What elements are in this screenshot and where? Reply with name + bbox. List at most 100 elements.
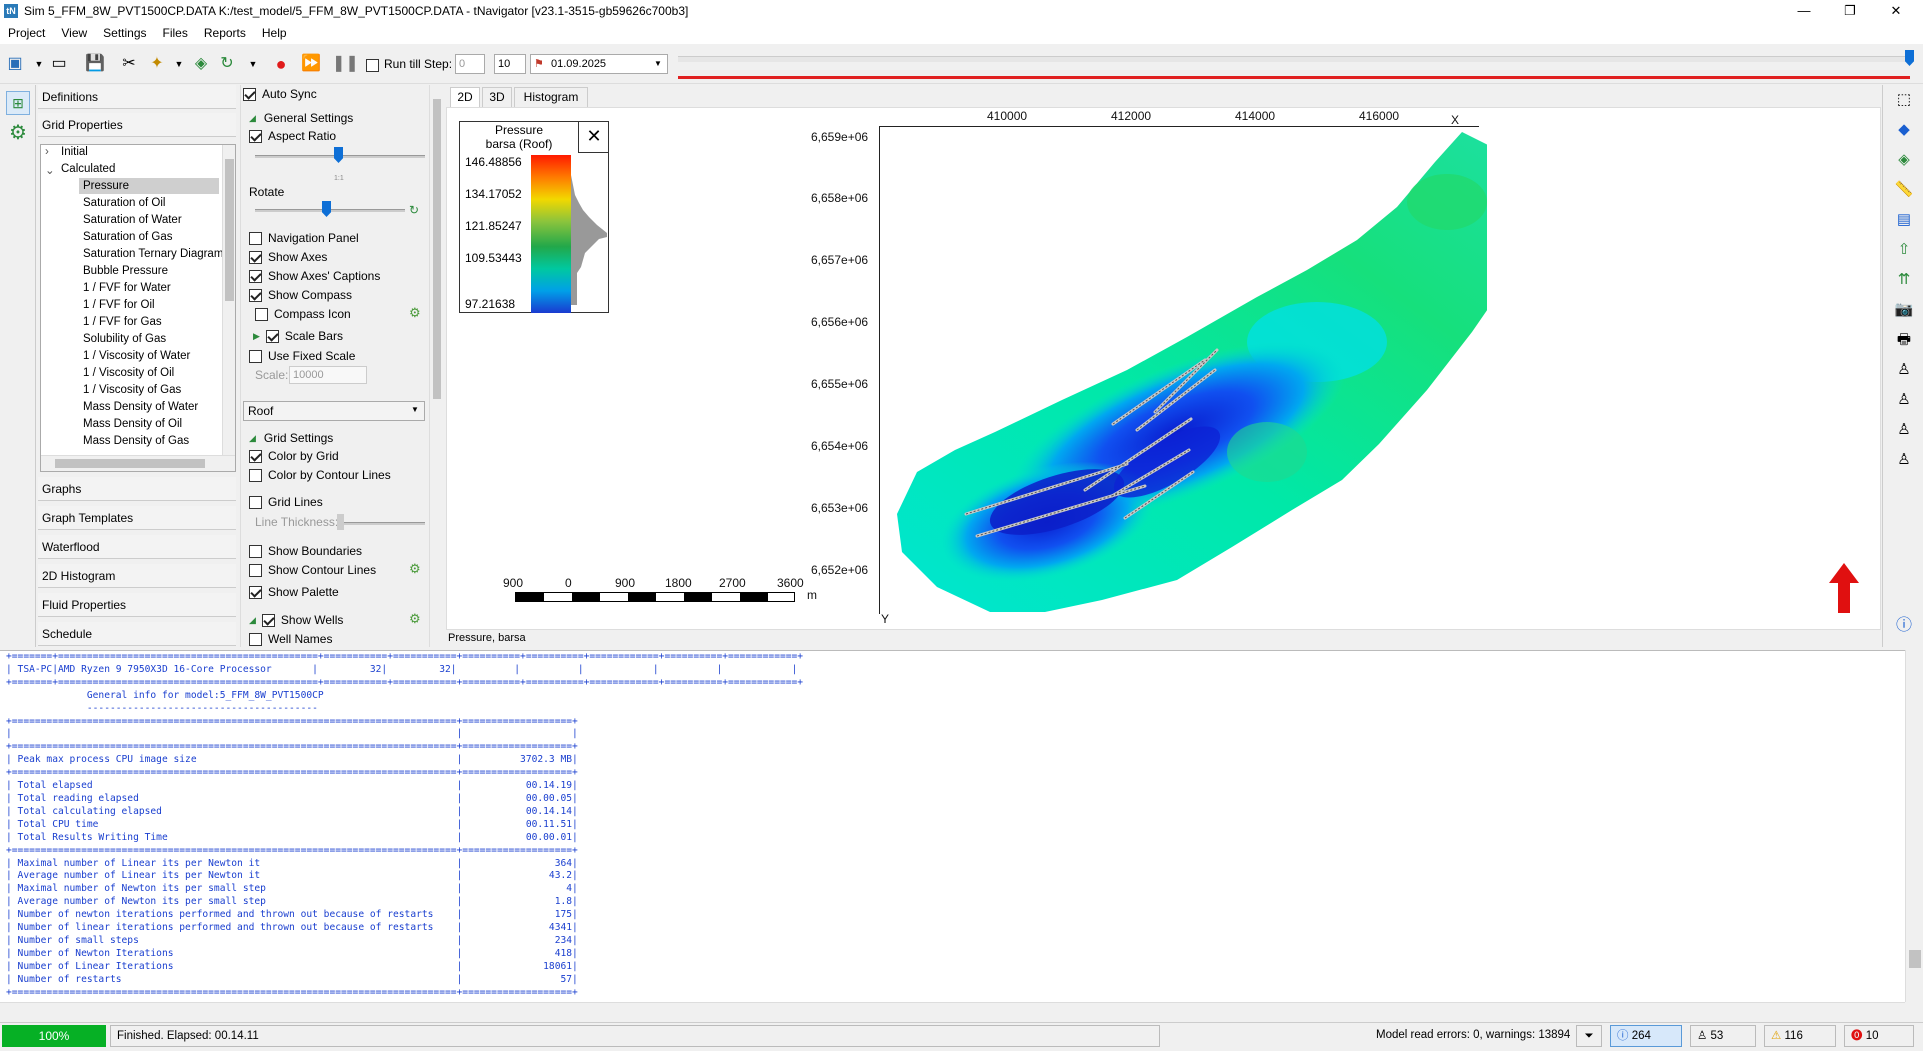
settings-scrollbar[interactable] [429,85,443,647]
scale-input[interactable]: 10000 [289,366,367,384]
tree-item[interactable]: Mass Density of Oil [83,418,182,430]
tree-item[interactable]: Pressure [83,180,129,192]
magic-wand-icon[interactable]: ✦ [146,53,168,75]
well-check-icon[interactable]: ♙ [1893,449,1915,471]
tree-scroll-thumb[interactable] [225,159,234,301]
tree-item[interactable]: 1 / FVF for Water [83,282,171,294]
info-count-button[interactable]: ⓘ 264 [1610,1025,1682,1047]
show-contour-lines-checkbox[interactable]: Show Contour Lines [249,563,376,577]
camera-icon[interactable]: 📷 [1893,299,1915,321]
pause-icon[interactable]: ❚❚ [332,53,359,75]
wells-count-button[interactable]: ♙ 53 [1690,1025,1756,1047]
menu-files[interactable]: Files [163,22,188,44]
well-filter-icon[interactable]: ♙ [1893,359,1915,381]
show-palette-checkbox[interactable]: Show Palette [249,585,339,599]
tree-item[interactable]: 1 / FVF for Gas [83,316,162,328]
section-2d-histogram[interactable]: 2D Histogram [38,564,236,588]
table-icon[interactable]: ▤ [1893,209,1915,231]
console-scrollbar[interactable] [1905,650,1923,1002]
dropdown-arrow-icon[interactable]: ▼ [242,53,264,75]
console-hscrollbar[interactable] [0,1002,1905,1020]
close-button[interactable]: ✕ [1873,0,1919,22]
tree-hscrollbar[interactable] [41,455,235,471]
window-icon[interactable]: ▭ [48,53,70,75]
timeline-slider-thumb[interactable] [1905,50,1914,66]
tree-item[interactable]: 1 / Viscosity of Oil [83,367,174,379]
log-console[interactable]: +=======+===============================… [0,650,1905,1002]
auto-sync-checkbox[interactable]: Auto Sync [243,87,317,101]
tree-item[interactable]: Saturation of Gas [83,231,173,243]
tree-item[interactable]: Mass Density of Water [83,401,198,413]
section-graph-templates[interactable]: Graph Templates [38,506,236,530]
surface-select[interactable]: Roof [243,401,425,421]
dropdown-arrow-icon[interactable]: ▼ [168,53,190,75]
step-input[interactable]: 10 [494,54,526,74]
chevron-down-icon[interactable]: ⌄ [45,163,55,177]
tab-2d[interactable]: 2D [450,87,480,107]
tree-item[interactable]: Solubility of Gas [83,333,166,345]
tree-item[interactable]: Saturation of Water [83,214,182,226]
chevron-right-icon[interactable]: › [45,146,49,158]
save-icon[interactable]: 💾 [84,53,106,75]
menu-help[interactable]: Help [262,22,287,44]
rotate-thumb[interactable] [322,201,331,217]
line-thickness-slider[interactable] [339,522,425,525]
help-icon[interactable]: ⓘ [1893,615,1915,637]
grid-settings-header[interactable]: ◢ Grid Settings [249,431,333,445]
menu-project[interactable]: Project [8,22,45,44]
ruler-icon[interactable]: 📏 [1893,179,1915,201]
tree-item[interactable]: Bubble Pressure [83,265,168,277]
well-settings-icon[interactable]: ♙ [1893,389,1915,411]
show-boundaries-checkbox[interactable]: Show Boundaries [249,544,362,558]
menu-reports[interactable]: Reports [204,22,246,44]
menu-settings[interactable]: Settings [103,22,146,44]
use-fixed-scale-checkbox[interactable]: Use Fixed Scale [249,349,355,363]
show-wells-checkbox[interactable]: ◢ Show Wells [249,613,343,627]
tree-group-calculated[interactable]: Calculated [61,163,115,175]
refresh-icon[interactable]: ↻ [216,53,238,75]
tab-3d[interactable]: 3D [482,87,512,107]
scale-bars-checkbox[interactable]: ▶ Scale Bars [253,329,343,343]
run-icon[interactable]: ⏩ [300,53,322,75]
run-till-step-input[interactable]: 0 [455,54,485,74]
new-window-icon[interactable]: ▣ [4,53,26,75]
tree-item[interactable]: Saturation Ternary Diagram [83,248,223,260]
maximize-button[interactable]: ❐ [1827,0,1873,22]
well-names-checkbox[interactable]: Well Names [249,632,332,646]
errors-count-button[interactable]: ⓿ 10 [1844,1025,1914,1047]
color-by-contour-checkbox[interactable]: Color by Contour Lines [249,468,391,482]
line-thickness-thumb[interactable] [337,514,344,530]
tree-item[interactable]: 1 / Viscosity of Water [83,350,190,362]
upload-icon[interactable]: ⇧ [1893,239,1915,261]
run-till-step-checkbox[interactable] [366,58,385,73]
grid-lines-checkbox[interactable]: Grid Lines [249,495,323,509]
reset-rotate-icon[interactable]: ↻ [409,203,419,217]
gear-icon[interactable]: ⚙ [409,611,421,627]
tree-view-icon[interactable]: ⊞ [6,91,30,115]
section-schedule[interactable]: Schedule [38,622,236,646]
show-axes-checkbox[interactable]: Show Axes [249,250,327,264]
cube-view-icon[interactable]: ⬚ [1893,89,1915,111]
tree-item[interactable]: Saturation of Oil [83,197,165,209]
color-by-grid-checkbox[interactable]: Color by Grid [249,449,339,463]
aspect-ratio-checkbox[interactable]: Aspect Ratio [249,129,336,143]
record-icon[interactable]: ● [270,53,292,75]
filter-icon[interactable]: ⏷ [1576,1025,1602,1047]
tree-item[interactable]: Mass Density of Gas [83,435,189,447]
chevron-down-icon[interactable]: ▼ [411,405,419,414]
gear-icon[interactable]: ⚙ [6,121,30,145]
tree-scrollbar[interactable] [222,145,235,455]
date-select[interactable]: 01.09.2025 [530,54,668,74]
section-fluid-properties[interactable]: Fluid Properties [38,593,236,617]
upload-multiple-icon[interactable]: ⇈ [1893,269,1915,291]
tree-item[interactable]: 1 / Viscosity of Gas [83,384,181,396]
navigation-panel-checkbox[interactable]: Navigation Panel [249,231,359,245]
gear-icon[interactable]: ⚙ [409,561,421,577]
section-grid-properties[interactable]: Grid Properties [38,113,236,137]
map-viewport[interactable]: Pressure barsa (Roof) ✕ 146.48856 134.17… [446,107,1881,630]
palette-legend[interactable]: Pressure barsa (Roof) ✕ 146.48856 134.17… [459,121,609,313]
layers-icon[interactable]: ◆ [1893,119,1915,141]
settings-scroll-thumb[interactable] [433,99,441,399]
compass-icon-checkbox[interactable]: Compass Icon [255,307,351,321]
tree-group-initial[interactable]: Initial [61,146,88,158]
